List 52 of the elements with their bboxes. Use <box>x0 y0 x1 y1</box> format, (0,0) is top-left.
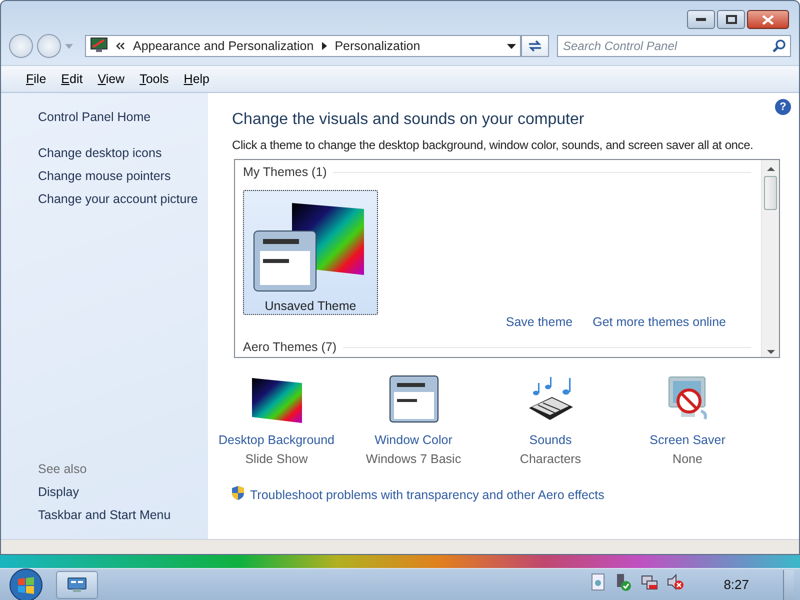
refresh-button[interactable] <box>521 35 549 57</box>
close-button[interactable] <box>747 10 789 29</box>
setting-value: Characters <box>520 451 582 468</box>
maximize-icon[interactable] <box>726 15 736 24</box>
menu-item[interactable]: Edit <box>54 70 90 88</box>
page-heading: Change the visuals and sounds on your computer <box>232 110 586 130</box>
sidebar-link[interactable]: Change desktop icons <box>38 142 162 165</box>
control-panel-taskbar-button[interactable] <box>56 570 98 598</box>
rainbow-wallpaper-icon[interactable] <box>250 377 302 426</box>
menu-item[interactable]: File <box>19 70 54 88</box>
sidebar-link[interactable]: Change your account picture <box>38 188 198 211</box>
monitor-icon[interactable] <box>67 576 87 592</box>
sidebar-link[interactable]: Taskbar and Start Menu <box>38 504 171 527</box>
sidebar-link[interactable]: Control Panel Home <box>38 106 151 129</box>
sidebar-link[interactable]: Display <box>38 481 79 504</box>
refresh-arrows-icon[interactable] <box>527 39 543 53</box>
sidebar-link[interactable]: Change mouse pointers <box>38 165 171 188</box>
menu-item[interactable]: View <box>90 70 132 88</box>
link[interactable]: Save theme <box>506 315 573 333</box>
breadcrumb[interactable]: Appearance and Personalization <box>133 39 314 53</box>
help-button[interactable]: ? <box>775 99 791 115</box>
scroll-up-arrow-icon[interactable] <box>766 164 774 174</box>
link[interactable]: Get more themes online <box>592 315 726 333</box>
group-heading: My Themes (1) <box>243 164 327 181</box>
setting-link[interactable]: Screen Saver <box>650 432 726 448</box>
troubleshoot-link[interactable]: Troubleshoot problems with transparency and other Aero effects <box>250 488 604 502</box>
theme-tile[interactable]: Unsaved Theme <box>243 190 378 315</box>
group-heading: Aero Themes (7) <box>243 339 337 356</box>
start-button[interactable] <box>8 568 44 600</box>
breadcrumb[interactable]: Personalization <box>334 39 420 53</box>
scrollbar-thumb[interactable] <box>764 176 777 210</box>
setting-link[interactable]: Desktop Background <box>218 432 335 448</box>
minimize-button[interactable] <box>687 10 715 29</box>
setting-link[interactable]: Sounds <box>529 432 572 448</box>
scroll-down-arrow-icon[interactable] <box>766 347 774 357</box>
minimize-icon[interactable] <box>696 18 706 22</box>
menu-item[interactable]: Tools <box>132 70 176 88</box>
description-text: Click a theme to change the desktop background, window color, sounds, and screen saver all at once. <box>232 137 754 154</box>
scrollbar[interactable] <box>761 160 779 357</box>
menu-item[interactable]: Help <box>176 70 216 88</box>
setting-value: Windows 7 Basic <box>366 451 462 468</box>
setting-link[interactable]: Window Color <box>374 432 452 448</box>
section-heading: See also <box>38 461 88 478</box>
search-icon[interactable] <box>772 39 786 53</box>
address-bar[interactable]: Appearance and Personalization Personalization <box>85 35 521 57</box>
clock[interactable]: 8:27 <box>724 577 749 592</box>
maximize-button[interactable] <box>717 10 745 29</box>
setting-value: Slide Show <box>245 451 308 468</box>
breadcrumb-arrow-icon[interactable] <box>322 39 327 53</box>
search-field[interactable]: Search Control Panel <box>557 35 791 57</box>
setting-value: None <box>672 451 702 468</box>
close-icon[interactable] <box>762 14 774 24</box>
